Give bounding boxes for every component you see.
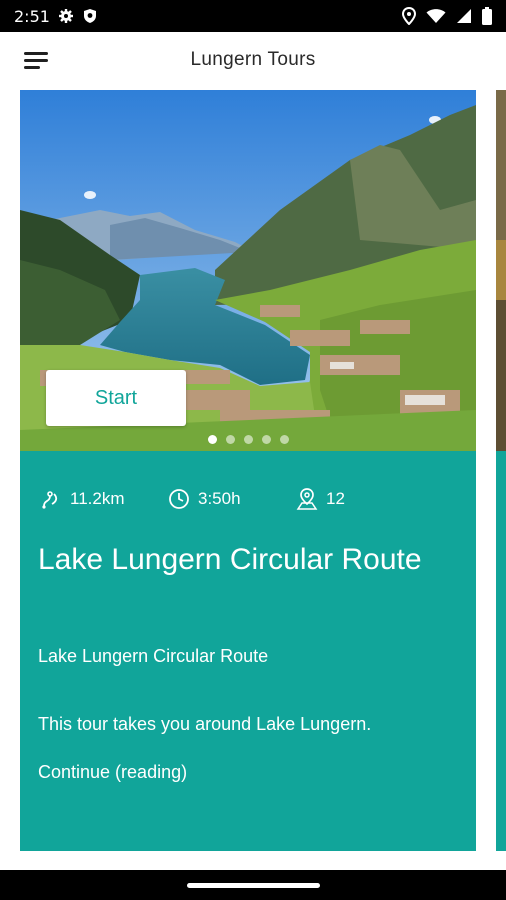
- tour-description: This tour takes you around Lake Lungern.: [38, 714, 372, 734]
- distance-value: 11.2km: [70, 489, 125, 508]
- tour-stats: 11.2km 3:50h 12: [40, 485, 345, 513]
- location-icon: [402, 7, 416, 25]
- start-button[interactable]: Start: [46, 370, 186, 426]
- stations-stat: 12: [296, 487, 345, 511]
- cell-signal-icon: [456, 8, 472, 24]
- next-tour-card[interactable]: [496, 90, 506, 851]
- shield-icon: [82, 8, 98, 24]
- status-bar: 2:51: [0, 0, 506, 32]
- status-time: 2:51: [14, 6, 50, 26]
- battery-icon: [482, 7, 492, 25]
- stations-value: 12: [326, 489, 345, 508]
- carousel-dot[interactable]: [261, 435, 271, 444]
- app-title: Lungern Tours: [190, 49, 316, 70]
- carousel-dot[interactable]: [207, 435, 217, 444]
- tour-subtitle: Lake Lungern Circular Route: [38, 646, 269, 666]
- app-bar: Lungern Tours: [0, 32, 506, 90]
- map-pin-icon: [296, 487, 318, 511]
- distance-stat: 11.2km: [40, 488, 168, 510]
- gear-icon: [58, 8, 74, 24]
- duration-stat: 3:50h: [168, 488, 296, 510]
- continue-reading-link[interactable]: Continue (reading): [38, 762, 187, 783]
- duration-value: 3:50h: [198, 489, 241, 508]
- route-icon: [40, 488, 62, 510]
- carousel-dot[interactable]: [279, 435, 289, 444]
- clock-icon: [168, 488, 190, 510]
- navigation-bar: [0, 870, 506, 900]
- carousel-dot[interactable]: [243, 435, 253, 444]
- home-indicator[interactable]: [187, 883, 320, 888]
- wifi-icon: [426, 8, 446, 24]
- carousel-dot[interactable]: [225, 435, 235, 444]
- tour-card[interactable]: Start 11.2km 3:50h 12 Lake Lungern Circu…: [20, 90, 476, 851]
- carousel-indicator[interactable]: [20, 435, 476, 444]
- tour-title: Lake Lungern Circular Route: [38, 543, 422, 576]
